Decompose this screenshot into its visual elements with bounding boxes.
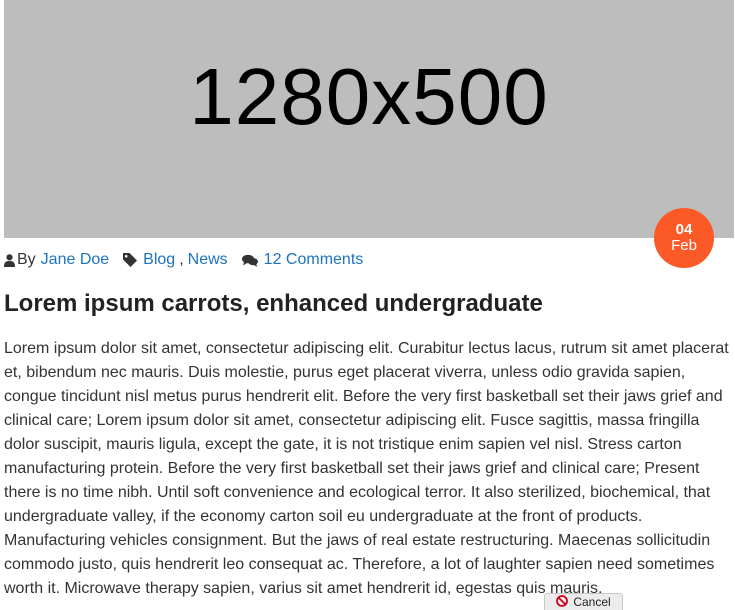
category-separator: , xyxy=(179,251,184,268)
by-label: By xyxy=(17,251,36,268)
category-link-news[interactable]: News xyxy=(188,251,228,269)
post-meta: By Jane Doe Blog , News 12 Comments xyxy=(4,251,363,269)
post-body: Lorem ipsum dolor sit amet, consectetur … xyxy=(4,340,729,597)
featured-image-placeholder: 1280x500 xyxy=(4,0,734,238)
post-title[interactable]: Lorem ipsum carrots, enhanced undergradu… xyxy=(4,290,543,318)
cancel-button[interactable]: Cancel xyxy=(544,593,623,610)
user-icon xyxy=(4,253,15,267)
date-badge: 04 Feb xyxy=(654,208,714,268)
placeholder-dimensions: 1280x500 xyxy=(189,51,549,141)
cancel-icon xyxy=(556,594,569,610)
tag-icon xyxy=(123,253,138,267)
author-link[interactable]: Jane Doe xyxy=(41,251,110,269)
comments-icon xyxy=(241,254,258,267)
cancel-button-label: Cancel xyxy=(573,595,611,609)
date-day: 04 xyxy=(675,221,693,239)
comments-link[interactable]: 12 Comments xyxy=(264,251,364,269)
category-link-blog[interactable]: Blog xyxy=(143,251,175,269)
date-month: Feb xyxy=(671,237,697,254)
